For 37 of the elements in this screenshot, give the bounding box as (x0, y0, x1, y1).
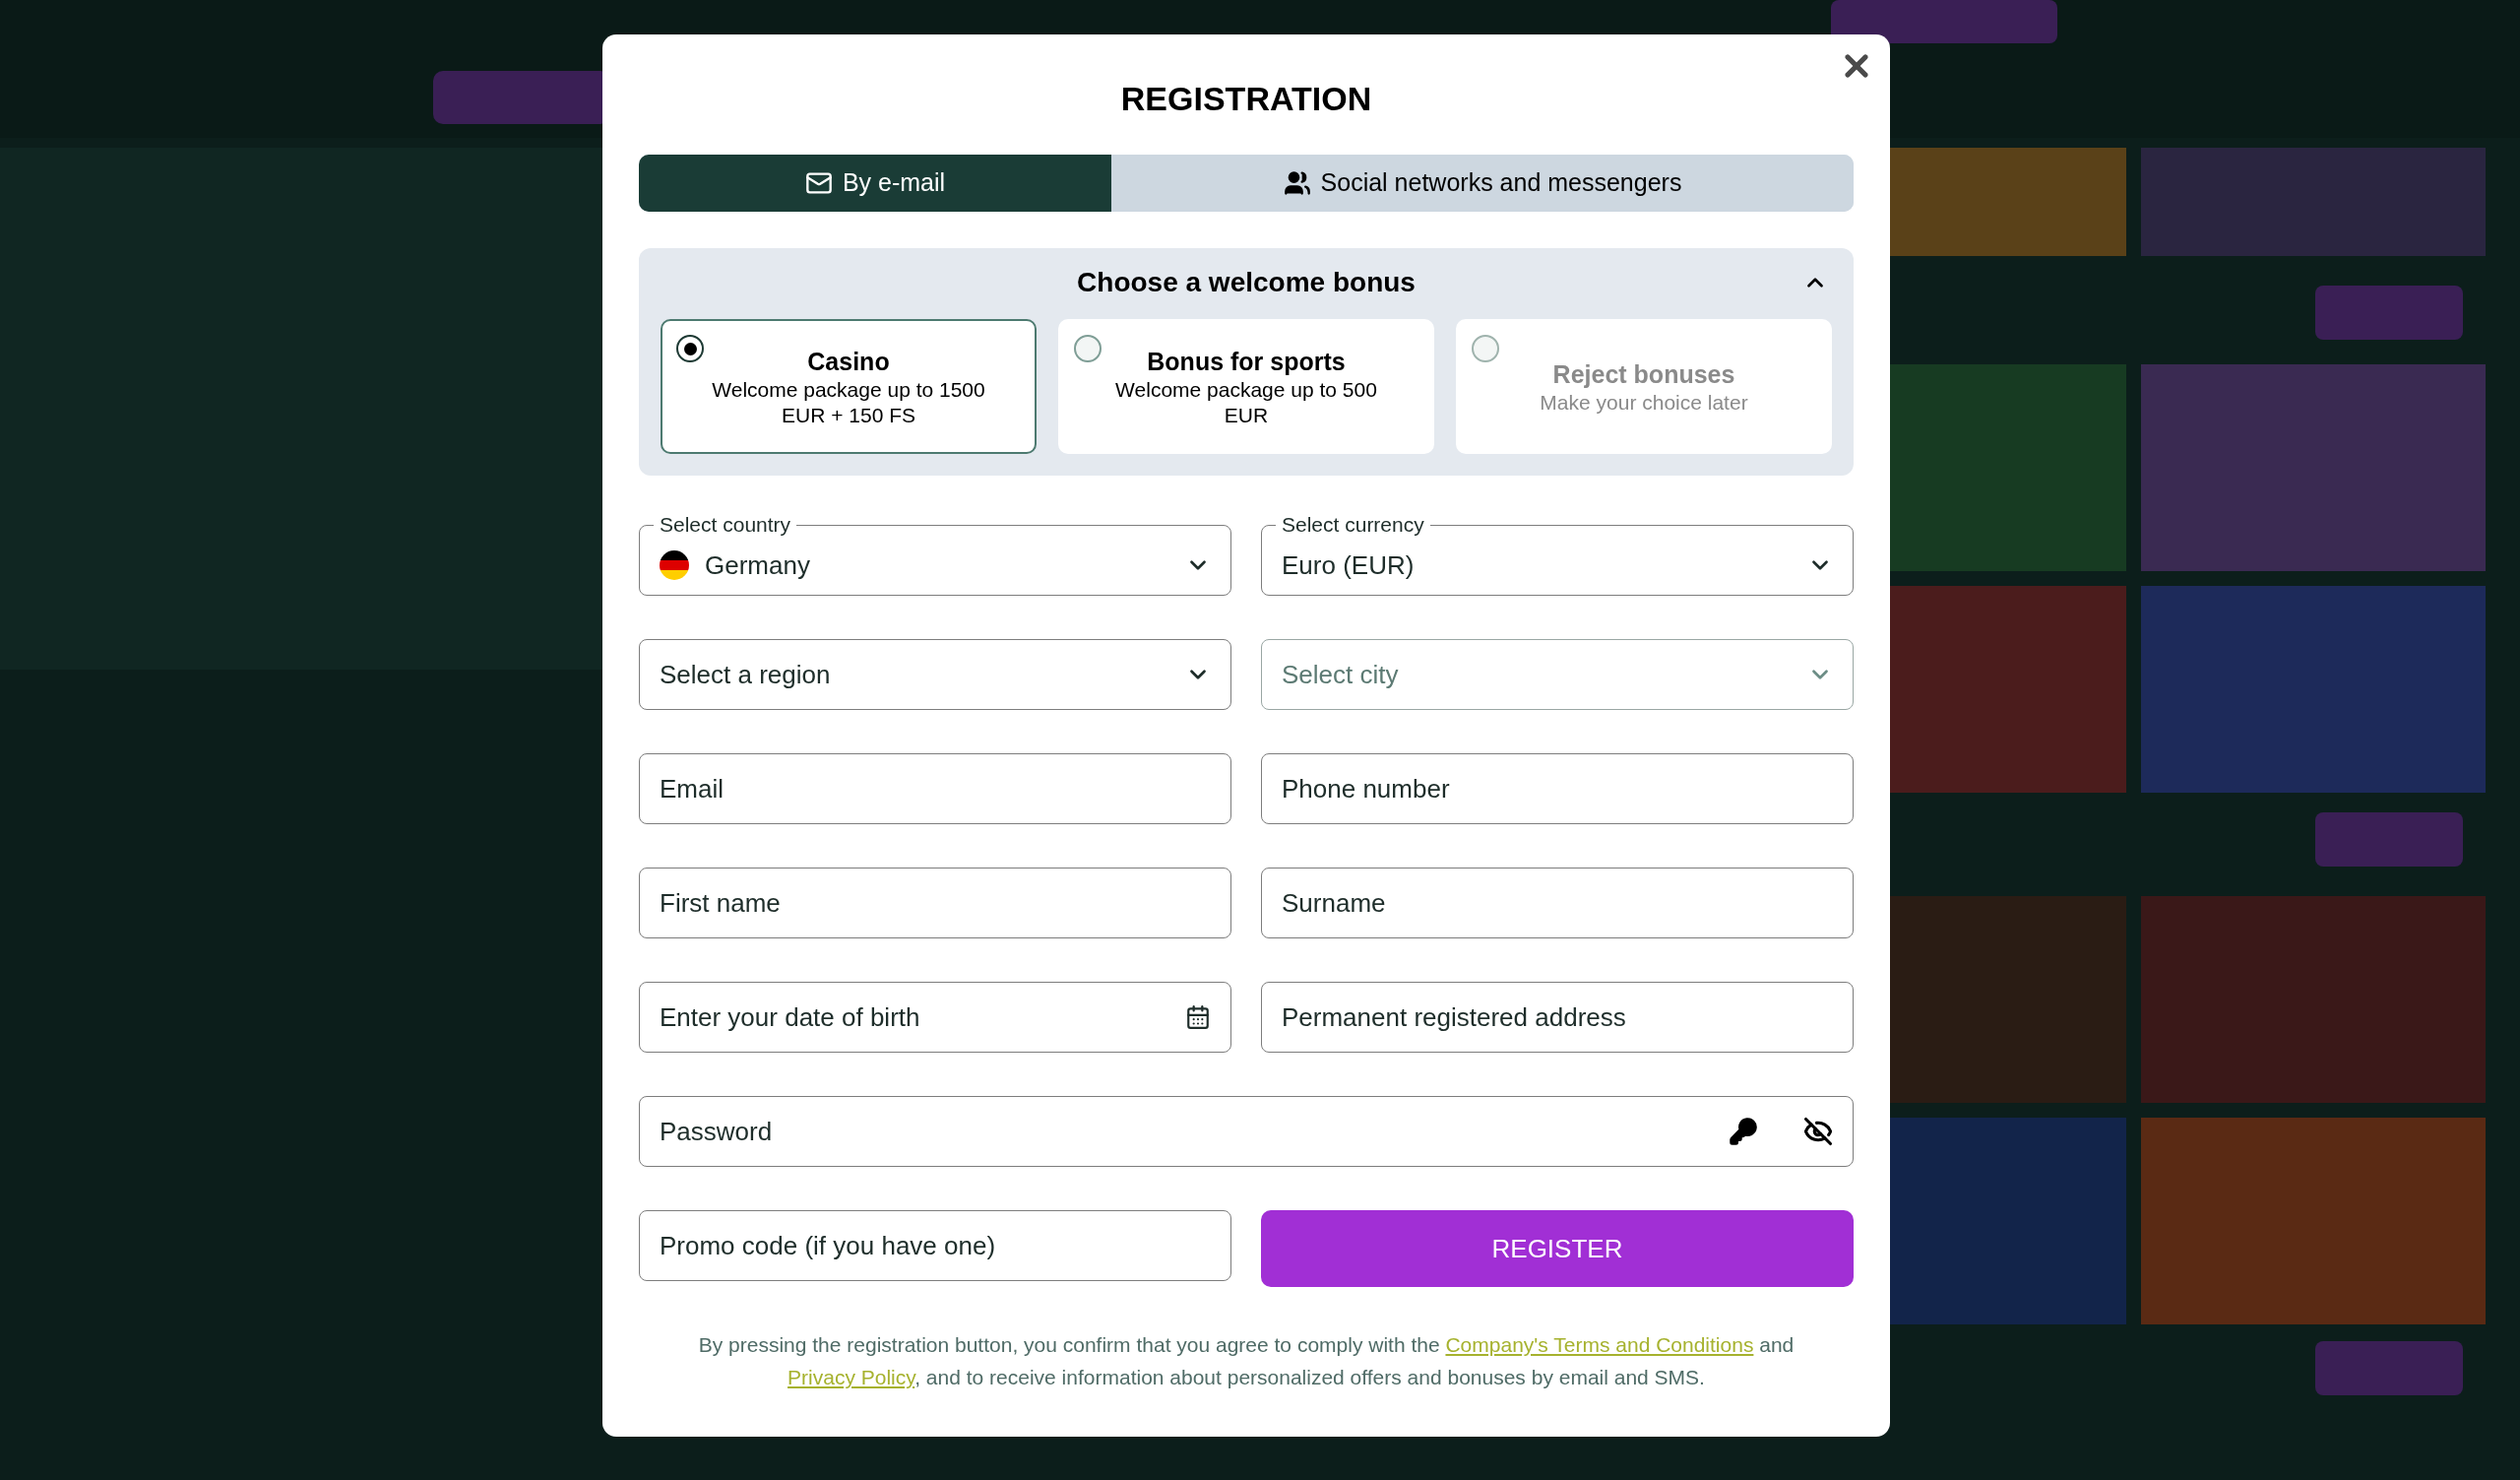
bonus-option[interactable]: Bonus for sports Welcome package up to 500 EUR (1058, 319, 1434, 454)
select-value: Germany (705, 548, 811, 582)
calendar-icon[interactable] (1185, 1004, 1211, 1030)
bonus-heading: Choose a welcome bonus (1077, 266, 1416, 299)
tab[interactable]: By e-mail (639, 155, 1111, 212)
password-field[interactable]: Password (639, 1096, 1854, 1167)
key-icon[interactable] (1729, 1117, 1758, 1146)
flag-icon (660, 550, 689, 580)
consent-text: By pressing the registration button, you confirm that you agree to comply with the Company's Terms and Conditions and Privacy Policy, and to receive information about personalized offers and bonuses by email and SMS. (697, 1332, 1796, 1390)
input-field[interactable]: First name (639, 868, 1231, 938)
bonus-title: Casino (807, 346, 890, 377)
placeholder: Select city (1282, 658, 1400, 691)
dialog-title: REGISTRATION (1119, 79, 1373, 119)
register-button[interactable]: REGISTER (1261, 1210, 1854, 1287)
field-label: Select currency (1281, 512, 1425, 538)
placeholder: Select a region (660, 658, 832, 691)
select-value: Euro (EUR) (1282, 548, 1416, 582)
radio-button[interactable] (1074, 335, 1102, 362)
bonus-title: Bonus for sports (1147, 346, 1346, 377)
people-icon (1283, 169, 1311, 197)
eye-off-icon[interactable] (1803, 1117, 1833, 1146)
bonus-title: Reject bonuses (1552, 358, 1735, 390)
input-field[interactable]: Promo code (if you have one) (639, 1210, 1231, 1281)
date-input[interactable]: Enter your date of birth (660, 997, 1185, 1037)
radio-button[interactable] (676, 335, 704, 362)
bonus-description: Make your choice later (1540, 389, 1748, 416)
input-field[interactable]: Email (639, 753, 1231, 824)
dropdown-field[interactable]: Select a region (639, 639, 1231, 710)
bonus-description: Welcome package up to 500 EUR (1114, 376, 1378, 428)
date-field[interactable]: Enter your date of birth (639, 982, 1231, 1053)
password-input[interactable]: Password (660, 1112, 1729, 1151)
input-field[interactable]: Surname (1261, 868, 1854, 938)
bonus-option[interactable]: Casino Welcome package up to 1500 EUR + 150 FS (661, 319, 1037, 454)
field-label: Select country (659, 512, 792, 538)
input-field[interactable]: Permanent registered address (1261, 982, 1854, 1053)
bonus-description: Welcome package up to 1500 EUR + 150 FS (711, 376, 986, 428)
input-field[interactable]: Phone number (1261, 753, 1854, 824)
